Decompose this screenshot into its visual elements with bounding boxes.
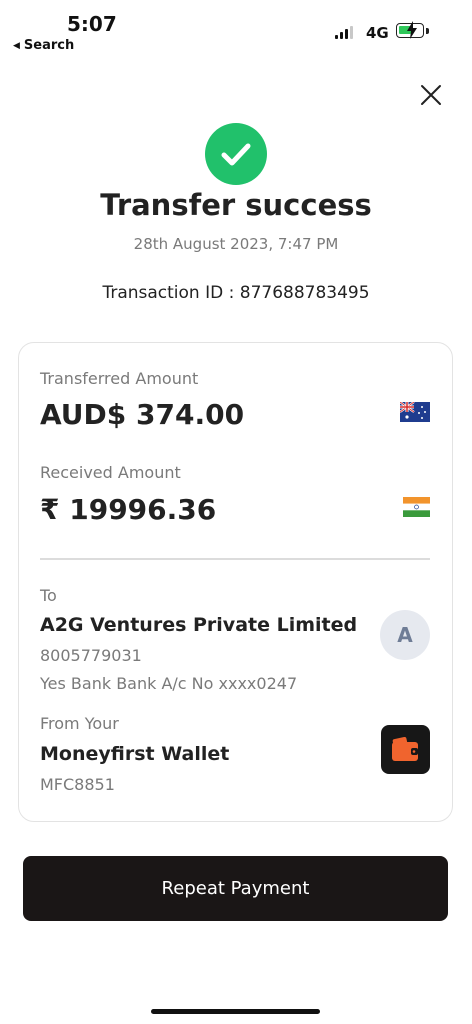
received-amount-label: Received Amount bbox=[40, 463, 181, 482]
battery-cap bbox=[426, 28, 429, 34]
close-icon[interactable] bbox=[418, 82, 444, 108]
page-title: Transfer success bbox=[100, 188, 372, 222]
transaction-id: Transaction ID : 877688783495 bbox=[102, 283, 370, 303]
recipient-avatar: A bbox=[380, 610, 430, 660]
back-label: Search bbox=[23, 38, 75, 53]
recipient-phone: 8005779031 bbox=[40, 646, 142, 665]
home-indicator bbox=[151, 1009, 320, 1014]
recipient-bank-account: Yes Bank Bank A/c No xxxx0247 bbox=[40, 674, 298, 693]
card-divider bbox=[40, 558, 430, 560]
transfer-date: 28th August 2023, 7:47 PM bbox=[133, 235, 339, 253]
back-arrow-icon: ◀ bbox=[13, 40, 20, 51]
transferred-amount-label: Transferred Amount bbox=[40, 369, 199, 388]
battery-icon bbox=[396, 21, 424, 39]
repeat-payment-button[interactable]: Repeat Payment bbox=[23, 856, 448, 921]
network-type: 4G bbox=[366, 24, 389, 42]
success-check-icon bbox=[205, 123, 267, 185]
signal-icon bbox=[335, 25, 353, 39]
source-wallet-name: Moneyfirst Wallet bbox=[40, 743, 230, 765]
recipient-name: A2G Ventures Private Limited bbox=[40, 614, 358, 636]
back-to-search[interactable]: ◀ Search bbox=[13, 38, 74, 53]
status-time: 5:07 bbox=[67, 12, 117, 36]
received-amount: ₹ 19996.36 bbox=[40, 493, 217, 526]
australia-flag-icon bbox=[399, 401, 430, 422]
source-wallet-code: MFC8851 bbox=[40, 775, 115, 794]
india-flag-icon bbox=[403, 497, 430, 517]
to-label: To bbox=[40, 586, 57, 605]
transferred-amount: AUD$ 374.00 bbox=[40, 398, 245, 431]
from-label: From Your bbox=[40, 714, 119, 733]
wallet-icon bbox=[381, 725, 430, 774]
